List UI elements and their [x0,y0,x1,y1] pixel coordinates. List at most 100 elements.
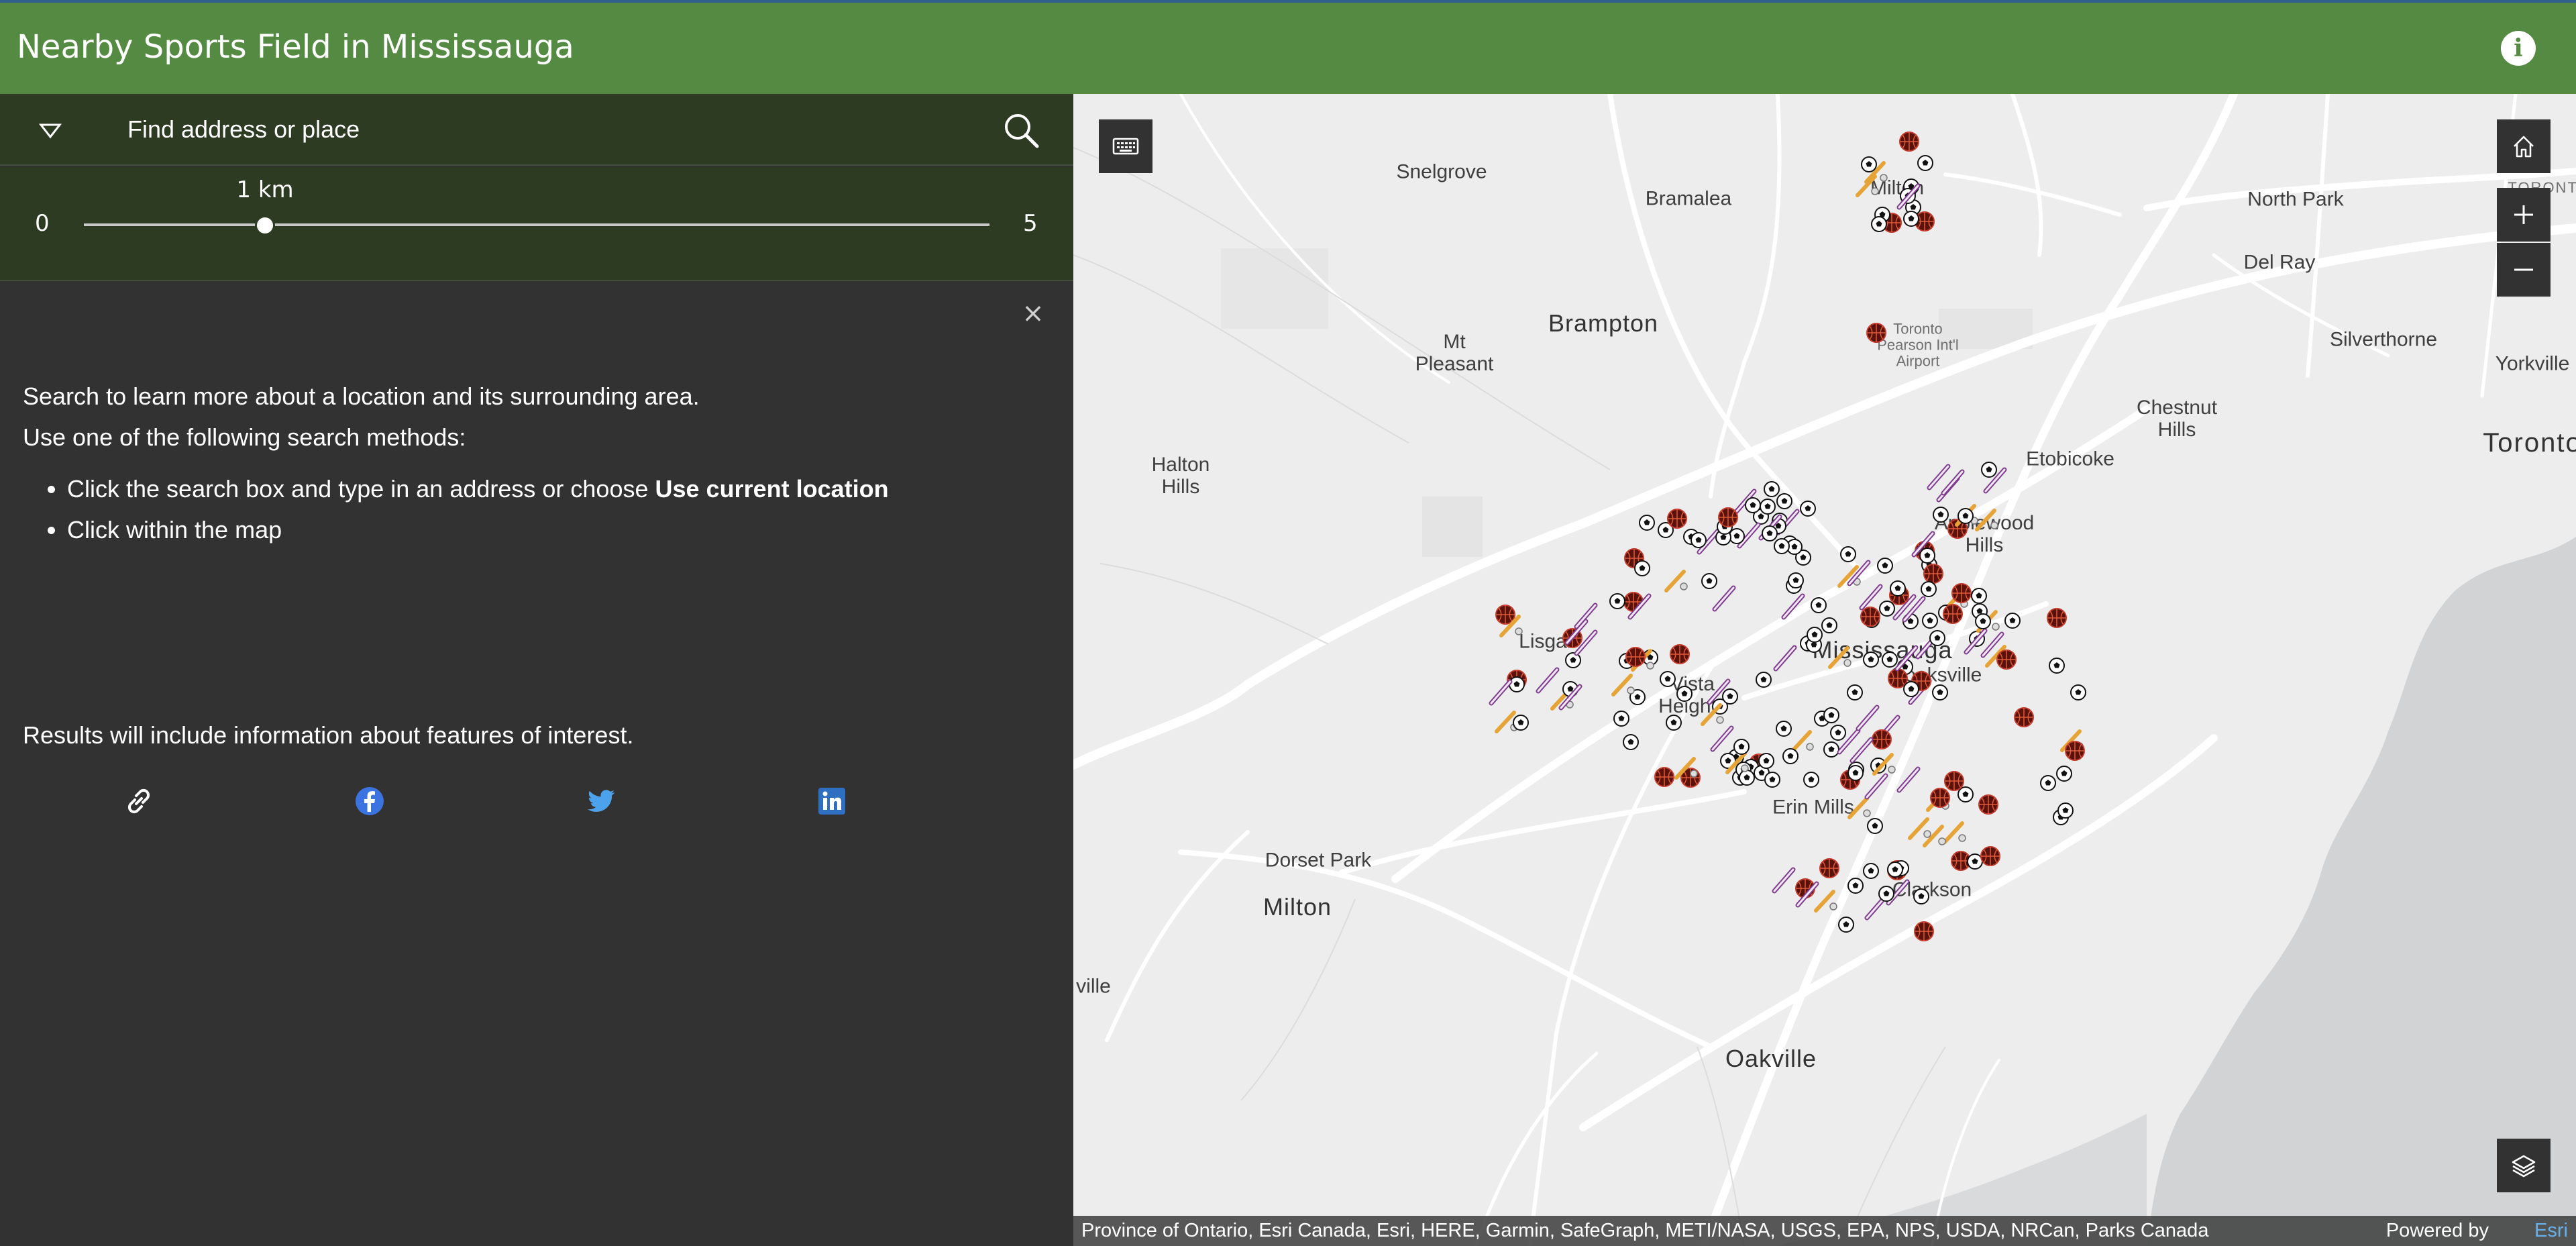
soccer-field-marker[interactable] [2039,774,2057,794]
soccer-field-marker[interactable] [1876,557,1894,577]
soccer-field-marker[interactable] [1787,572,1805,592]
soccer-field-marker[interactable] [1633,560,1651,580]
keyboard-navigation-button[interactable] [1099,119,1152,173]
soccer-field-marker[interactable] [1878,885,1895,905]
soccer-field-marker[interactable] [1866,817,1884,837]
zoom-in-button[interactable] [2497,188,2551,242]
soccer-field-marker[interactable] [1806,626,1823,646]
tennis-field-marker[interactable] [1890,642,1923,677]
baseball-field-marker[interactable] [1825,641,1854,674]
soccer-field-marker[interactable] [1886,861,1904,881]
basketball-field-marker[interactable] [1717,506,1739,531]
soccer-field-marker[interactable] [2057,802,2074,822]
baseball-field-marker[interactable] [1496,610,1525,642]
tennis-field-marker[interactable] [1791,878,1823,913]
basketball-field-marker[interactable] [1977,793,2000,819]
soccer-field-marker[interactable] [1862,651,1880,671]
basketball-field-marker[interactable] [1859,605,1882,631]
tennis-field-marker[interactable] [1898,593,1930,628]
tennis-field-marker[interactable] [1623,590,1656,625]
soccer-field-marker[interactable] [1782,747,1799,768]
basketball-field-marker[interactable] [1865,321,1888,347]
tennis-field-marker[interactable] [1892,764,1925,798]
soccer-field-marker[interactable] [1755,671,1772,691]
tennis-field-marker[interactable] [1851,702,1884,737]
tennis-field-marker[interactable] [1703,676,1735,711]
share-twitter-button[interactable] [585,785,617,817]
baseball-field-marker[interactable] [1661,565,1690,597]
soccer-field-marker[interactable] [1701,572,1718,592]
soccer-field-marker[interactable] [1676,685,1693,705]
soccer-field-marker[interactable] [1733,738,1750,758]
share-linkedin-button[interactable] [816,785,848,817]
baseball-field-marker[interactable] [1904,813,1934,845]
soccer-field-marker[interactable] [1862,862,1880,882]
basketball-field-marker[interactable] [2045,607,2068,632]
basketball-field-marker[interactable] [1929,786,1951,812]
search-button[interactable] [1000,109,1042,152]
soccer-field-marker[interactable] [1823,707,1840,727]
tennis-field-marker[interactable] [1777,590,1809,625]
basketball-field-marker[interactable] [1624,645,1647,671]
soccer-field-marker[interactable] [1860,156,1878,176]
soccer-field-marker[interactable] [1970,587,1988,607]
tennis-field-marker[interactable] [1937,466,1969,501]
copy-link-button[interactable] [123,785,155,817]
tennis-field-marker[interactable] [1976,629,2008,664]
tennis-field-marker[interactable] [1554,681,1587,716]
soccer-field-marker[interactable] [1913,888,1930,908]
soccer-field-marker[interactable] [1512,714,1529,734]
info-icon[interactable]: i [2501,31,2536,66]
soccer-field-marker[interactable] [1932,506,1949,526]
soccer-field-marker[interactable] [1764,771,1781,791]
soccer-field-marker[interactable] [2055,765,2073,785]
soccer-field-marker[interactable] [1803,771,1820,791]
soccer-field-marker[interactable] [1847,877,1864,897]
soccer-field-marker[interactable] [1839,546,1857,566]
soccer-field-marker[interactable] [1758,752,1775,772]
esri-link[interactable]: Esri [2534,1216,2568,1246]
soccer-field-marker[interactable] [1690,531,1707,552]
soccer-field-marker[interactable] [1846,684,1864,704]
soccer-field-marker[interactable] [1776,492,1793,513]
basketball-field-marker[interactable] [2012,706,2035,731]
soccer-field-marker[interactable] [1917,154,1934,174]
soccer-field-marker[interactable] [1980,461,1998,481]
tennis-field-marker[interactable] [1769,642,1801,677]
soccer-field-marker[interactable] [1613,710,1630,730]
search-input[interactable] [114,106,986,153]
basketball-field-marker[interactable] [1913,920,1935,945]
distance-slider-track[interactable] [84,223,989,226]
soccer-field-marker[interactable] [1919,547,1936,567]
distance-slider-thumb[interactable] [255,215,275,236]
soccer-field-marker[interactable] [1902,680,1920,700]
map-view[interactable]: Snelgrove Bramalea Brampton Mt Pleasant … [1073,94,2576,1246]
soccer-field-marker[interactable] [1902,210,1920,230]
soccer-field-marker[interactable] [1665,714,1682,734]
zoom-out-button[interactable] [2497,243,2551,297]
soccer-field-marker[interactable] [1931,684,1949,704]
soccer-field-marker[interactable] [1837,916,1855,936]
search-options-toggle[interactable] [27,114,74,148]
basketball-field-marker[interactable] [1668,643,1691,668]
basketball-field-marker[interactable] [1898,130,1921,156]
home-button[interactable] [2497,119,2551,173]
soccer-field-marker[interactable] [1773,537,1790,558]
soccer-field-marker[interactable] [2048,657,2065,677]
basketball-field-marker[interactable] [1666,507,1688,533]
baseball-field-marker[interactable] [1972,504,2001,536]
layers-button[interactable] [2497,1139,2551,1192]
soccer-field-marker[interactable] [2070,684,2087,704]
baseball-field-marker[interactable] [1608,669,1638,701]
tennis-field-marker[interactable] [1570,627,1602,662]
soccer-field-marker[interactable] [1810,596,1827,617]
basketball-field-marker[interactable] [1979,845,2002,870]
soccer-field-marker[interactable] [1929,629,1946,650]
tennis-field-marker[interactable] [1860,770,1892,805]
close-icon[interactable]: × [1018,299,1048,328]
soccer-field-marker[interactable] [1638,514,1656,534]
soccer-field-marker[interactable] [1870,215,1888,236]
share-facebook-button[interactable] [354,785,386,817]
soccer-field-marker[interactable] [1659,670,1676,690]
soccer-field-marker[interactable] [1957,507,1974,527]
